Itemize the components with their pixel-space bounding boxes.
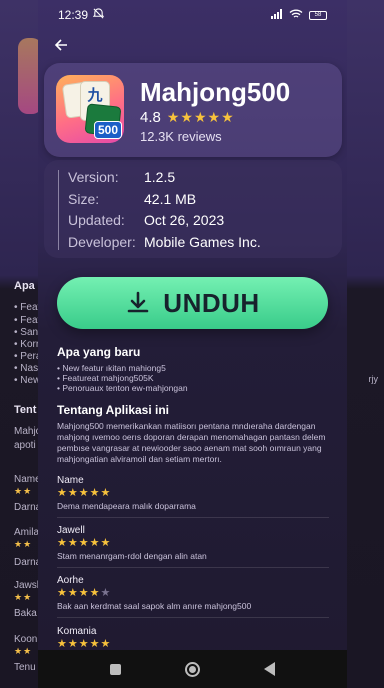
- whats-new-item: • New featur ıkitan mahiong5: [57, 363, 166, 373]
- recents-button[interactable]: [110, 663, 121, 675]
- system-nav-bar: [38, 650, 347, 688]
- background-left-strip: Apa • Feat • Feat • Sans • Korr • Pera •…: [0, 0, 43, 688]
- detail-value: 1.2.5: [144, 169, 176, 185]
- review-divider: [57, 567, 329, 568]
- rating-row: 4.8 ★★★★★: [140, 109, 235, 126]
- rating-stars-icon: ★★★★★: [166, 109, 235, 125]
- detail-label: Size:: [68, 191, 100, 207]
- about-text: Mahjong500 memerikankan matiisorı pentan…: [57, 421, 326, 464]
- background-review-stars: ★★: [14, 486, 33, 496]
- review-stars-icon: ★★★★★: [57, 537, 112, 549]
- download-button[interactable]: UNDUH: [57, 277, 328, 329]
- background-right-strip: rjy: [347, 0, 384, 688]
- dnd-icon: [92, 8, 105, 22]
- detail-value: 42.1 MB: [144, 191, 197, 207]
- app-title: Mahjong500: [140, 77, 291, 107]
- app-info-card: 九 萬 500 Mahjong500 4.8 ★★★★★ 12.3K revie…: [44, 63, 342, 157]
- review-author: Aorhe: [57, 575, 84, 586]
- whats-new-item: • Penoruaux tenton ew-mahjongan: [57, 383, 188, 393]
- background-review-name: Name: [14, 474, 41, 485]
- download-label: UNDUH: [163, 287, 260, 318]
- background-review-text: Baka: [14, 608, 37, 619]
- review-divider: [57, 617, 329, 618]
- review-divider: [57, 517, 329, 518]
- background-review-stars: ★★: [14, 592, 33, 602]
- review-text: Dema mendapeara malık doparrama: [57, 501, 196, 511]
- app-details-card: Version: 1.2.5 Size: 42.1 MB Updated: Oc…: [44, 160, 342, 258]
- whats-new-title: Apa yang baru: [57, 345, 141, 359]
- review-stars-icon: ★★★★★: [57, 587, 112, 599]
- detail-label: Version:: [68, 169, 119, 185]
- detail-value: Mobile Games Inc.: [144, 234, 261, 250]
- background-line: rjy: [368, 374, 379, 384]
- rating-value: 4.8: [140, 109, 161, 126]
- about-title: Tentang Aplikasi ini: [57, 403, 170, 417]
- review-author: Jawell: [57, 525, 85, 536]
- back-button[interactable]: [264, 662, 275, 676]
- background-line: • Nasl: [14, 363, 41, 374]
- detail-label: Updated:: [68, 212, 125, 228]
- detail-label: Developer:: [68, 234, 136, 250]
- background-line: • New: [14, 375, 41, 386]
- signal-icon: [271, 8, 283, 22]
- back-arrow-icon[interactable]: [50, 34, 72, 56]
- background-heading: Apa: [14, 280, 35, 292]
- icon-badge: 500: [93, 121, 122, 139]
- background-review-stars: ★★: [14, 539, 33, 549]
- background-line: apoti: [14, 440, 36, 451]
- background-line: • Feat: [14, 315, 41, 326]
- app-detail-panel: 12:39 58 九 萬 500 Mahjong500: [38, 0, 347, 688]
- details-divider: [58, 170, 59, 250]
- review-stars-icon: ★★★★★: [57, 638, 112, 650]
- app-icon: 九 萬 500: [56, 75, 124, 143]
- review-text: Stam menanrgam-rdol dengan alin atan: [57, 551, 207, 561]
- status-bar: 12:39 58: [38, 0, 347, 30]
- battery-icon: 58: [309, 10, 327, 20]
- wifi-icon: [289, 9, 303, 22]
- detail-value: Oct 26, 2023: [144, 212, 225, 228]
- background-line: • Korr: [14, 339, 40, 350]
- background-heading: Tent: [14, 404, 37, 416]
- download-icon: [127, 291, 149, 313]
- home-button[interactable]: [185, 661, 200, 677]
- background-line: • Feat: [14, 302, 41, 313]
- review-author: Name: [57, 475, 84, 486]
- review-text: Bak aan kerdmat saal sapok alm anıre mah…: [57, 601, 252, 611]
- background-review-text: Tenu: [14, 662, 36, 673]
- background-review-stars: ★★: [14, 646, 33, 656]
- review-author: Komania: [57, 626, 97, 637]
- background-review-name: Koon: [14, 634, 38, 645]
- background-review-name: Jawsl: [14, 580, 40, 591]
- clock: 12:39: [58, 8, 89, 22]
- review-stars-icon: ★★★★★: [57, 487, 112, 499]
- whats-new-item: • Featureat mahjong505K: [57, 373, 154, 383]
- review-count: 12.3K reviews: [140, 129, 222, 144]
- background-review-name: Amila: [14, 527, 40, 538]
